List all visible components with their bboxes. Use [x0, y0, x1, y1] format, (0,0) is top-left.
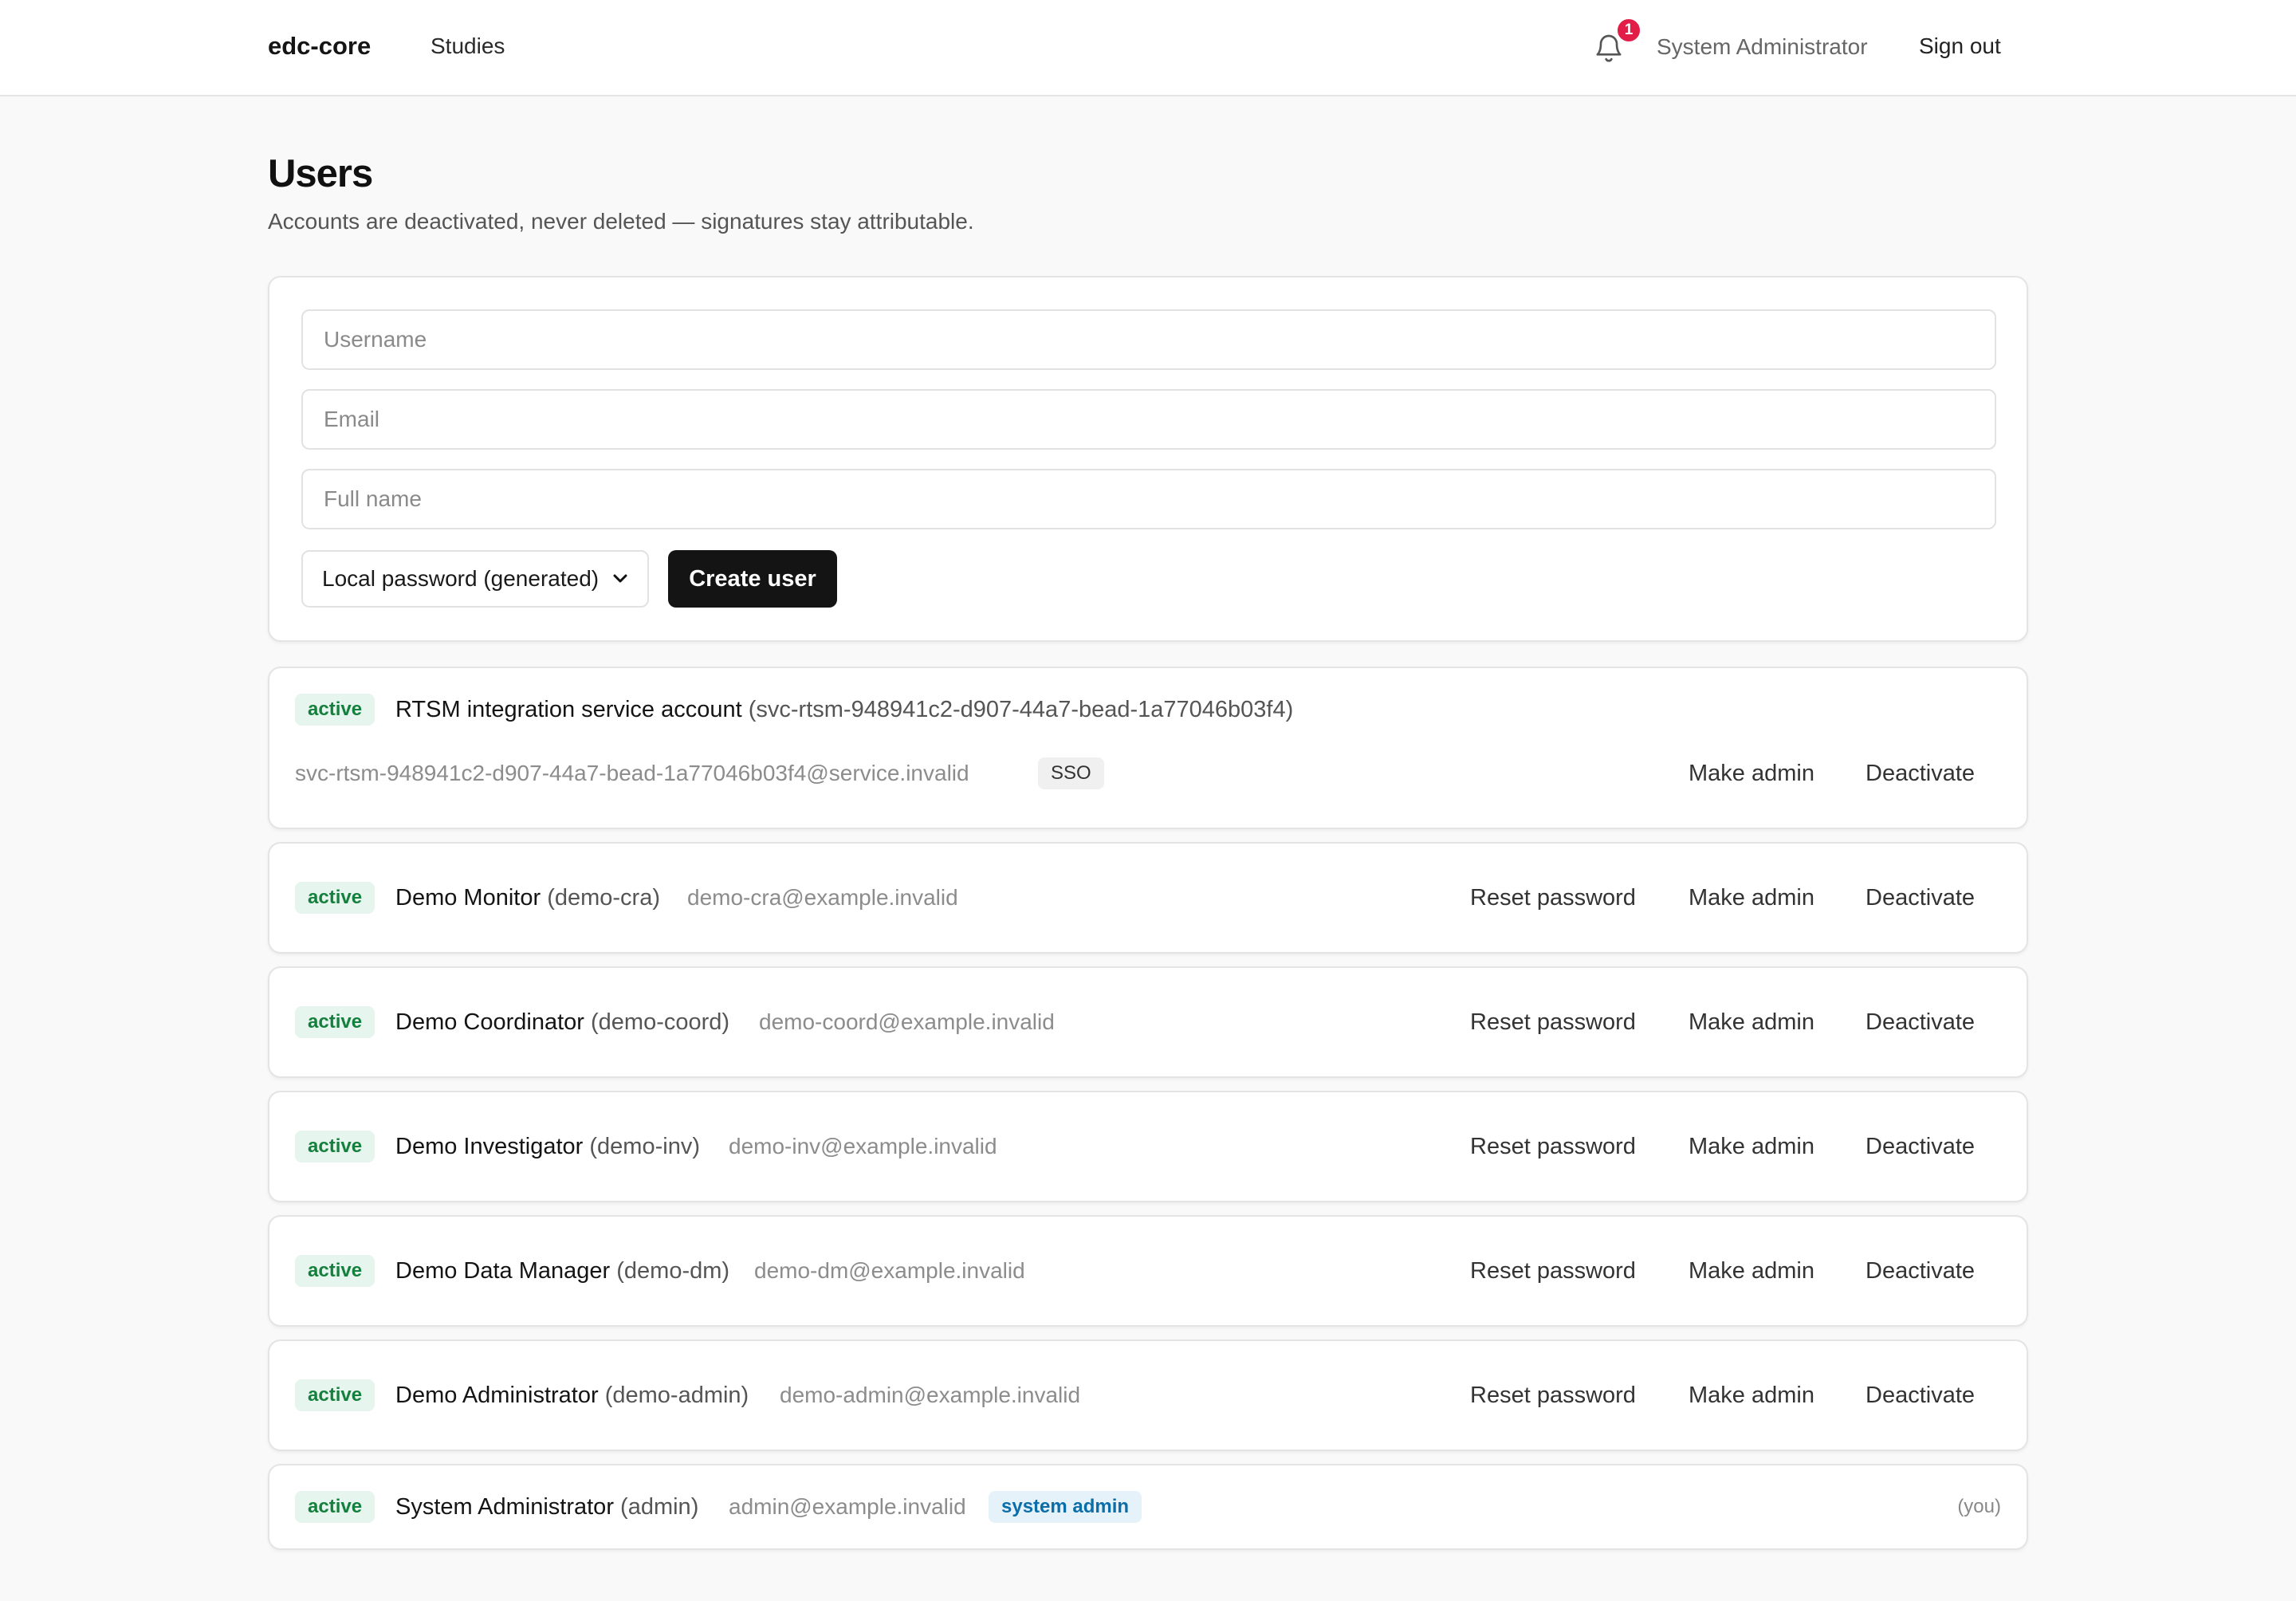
email-input[interactable] — [301, 389, 1996, 450]
user-name: Demo Coordinator (demo-coord) — [395, 1009, 729, 1036]
status-badge: active — [295, 1491, 375, 1523]
user-email: demo-admin@example.invalid — [780, 1383, 1081, 1407]
user-full-name: RTSM integration service account — [395, 697, 742, 722]
status-badge: active — [295, 694, 375, 726]
chevron-down-icon — [612, 568, 628, 590]
auth-method-selected-value: Local password (generated) — [322, 566, 600, 591]
user-username: (demo-cra) — [547, 885, 660, 911]
full-name-input[interactable] — [301, 469, 1996, 529]
user-name: RTSM integration service account (svc-rt… — [395, 697, 1293, 723]
deactivate-button[interactable]: Deactivate — [1866, 761, 1975, 787]
user-full-name: Demo Data Manager — [395, 1258, 611, 1284]
user-username: (demo-admin) — [604, 1383, 749, 1408]
user-username: (admin) — [620, 1494, 699, 1520]
username-input[interactable] — [301, 309, 1996, 370]
status-badge: active — [295, 1006, 375, 1038]
system-admin-tag: system admin — [989, 1491, 1142, 1523]
user-username: (svc-rtsm-948941c2-d907-44a7-bead-1a7704… — [748, 697, 1294, 722]
user-full-name: Demo Monitor — [395, 885, 541, 911]
create-user-button[interactable]: Create user — [668, 550, 837, 608]
user-username: (demo-inv) — [589, 1134, 700, 1159]
status-badge: active — [295, 1379, 375, 1411]
user-card: active Demo Coordinator (demo-coord) dem… — [268, 966, 2028, 1078]
page-title: Users — [268, 152, 373, 195]
user-card: active Demo Data Manager (demo-dm) demo-… — [268, 1215, 2028, 1327]
make-admin-button[interactable]: Make admin — [1689, 1258, 1814, 1284]
create-user-card: Local password (generated) Create user — [268, 276, 2028, 642]
user-email: svc-rtsm-948941c2-d907-44a7-bead-1a77046… — [295, 761, 969, 785]
make-admin-button[interactable]: Make admin — [1689, 885, 1814, 911]
reset-password-button[interactable]: Reset password — [1470, 1383, 1636, 1409]
user-full-name: System Administrator — [395, 1494, 614, 1520]
deactivate-button[interactable]: Deactivate — [1866, 1383, 1975, 1409]
notification-count-badge: 1 — [1616, 18, 1641, 43]
user-email: demo-dm@example.invalid — [754, 1258, 1025, 1283]
status-badge: active — [295, 1255, 375, 1287]
reset-password-button[interactable]: Reset password — [1470, 1134, 1636, 1160]
make-admin-button[interactable]: Make admin — [1689, 761, 1814, 787]
user-email: admin@example.invalid — [729, 1494, 966, 1519]
sso-tag: SSO — [1038, 757, 1104, 789]
user-full-name: Demo Administrator — [395, 1383, 599, 1408]
make-admin-button[interactable]: Make admin — [1689, 1134, 1814, 1160]
user-card: active Demo Investigator (demo-inv) demo… — [268, 1091, 2028, 1202]
user-name: Demo Monitor (demo-cra) — [395, 885, 660, 911]
auth-method-select[interactable]: Local password (generated) — [301, 550, 649, 608]
status-badge: active — [295, 882, 375, 914]
user-username: (demo-dm) — [616, 1258, 730, 1284]
deactivate-button[interactable]: Deactivate — [1866, 885, 1975, 911]
user-card: active Demo Administrator (demo-admin) d… — [268, 1339, 2028, 1451]
current-user-name: System Administrator — [1657, 34, 1868, 59]
user-full-name: Demo Investigator — [395, 1134, 584, 1159]
user-email: demo-inv@example.invalid — [729, 1134, 997, 1158]
brand-logo[interactable]: edc-core — [268, 32, 371, 61]
user-card: active RTSM integration service account … — [268, 667, 2028, 829]
user-name: Demo Administrator (demo-admin) — [395, 1383, 749, 1409]
user-username: (demo-coord) — [591, 1009, 730, 1035]
sign-out-link[interactable]: Sign out — [1919, 33, 2001, 59]
reset-password-button[interactable]: Reset password — [1470, 1258, 1636, 1284]
deactivate-button[interactable]: Deactivate — [1866, 1009, 1975, 1036]
deactivate-button[interactable]: Deactivate — [1866, 1258, 1975, 1284]
user-full-name: Demo Coordinator — [395, 1009, 584, 1035]
make-admin-button[interactable]: Make admin — [1689, 1009, 1814, 1036]
user-card: active Demo Monitor (demo-cra) demo-cra@… — [268, 842, 2028, 954]
user-card: active System Administrator (admin) admi… — [268, 1464, 2028, 1550]
reset-password-button[interactable]: Reset password — [1470, 1009, 1636, 1036]
make-admin-button[interactable]: Make admin — [1689, 1383, 1814, 1409]
reset-password-button[interactable]: Reset password — [1470, 885, 1636, 911]
nav-link-studies[interactable]: Studies — [431, 33, 505, 59]
status-badge: active — [295, 1131, 375, 1162]
user-name: Demo Data Manager (demo-dm) — [395, 1258, 729, 1284]
page-subtitle: Accounts are deactivated, never deleted … — [268, 209, 974, 234]
top-nav-bar: edc-core Studies 1 System Administrator … — [0, 0, 2296, 96]
user-email: demo-coord@example.invalid — [759, 1009, 1055, 1034]
user-name: Demo Investigator (demo-inv) — [395, 1134, 700, 1160]
current-user-marker: (you) — [1957, 1496, 2001, 1517]
user-name: System Administrator (admin) — [395, 1494, 698, 1520]
user-email: demo-cra@example.invalid — [687, 885, 958, 910]
deactivate-button[interactable]: Deactivate — [1866, 1134, 1975, 1160]
